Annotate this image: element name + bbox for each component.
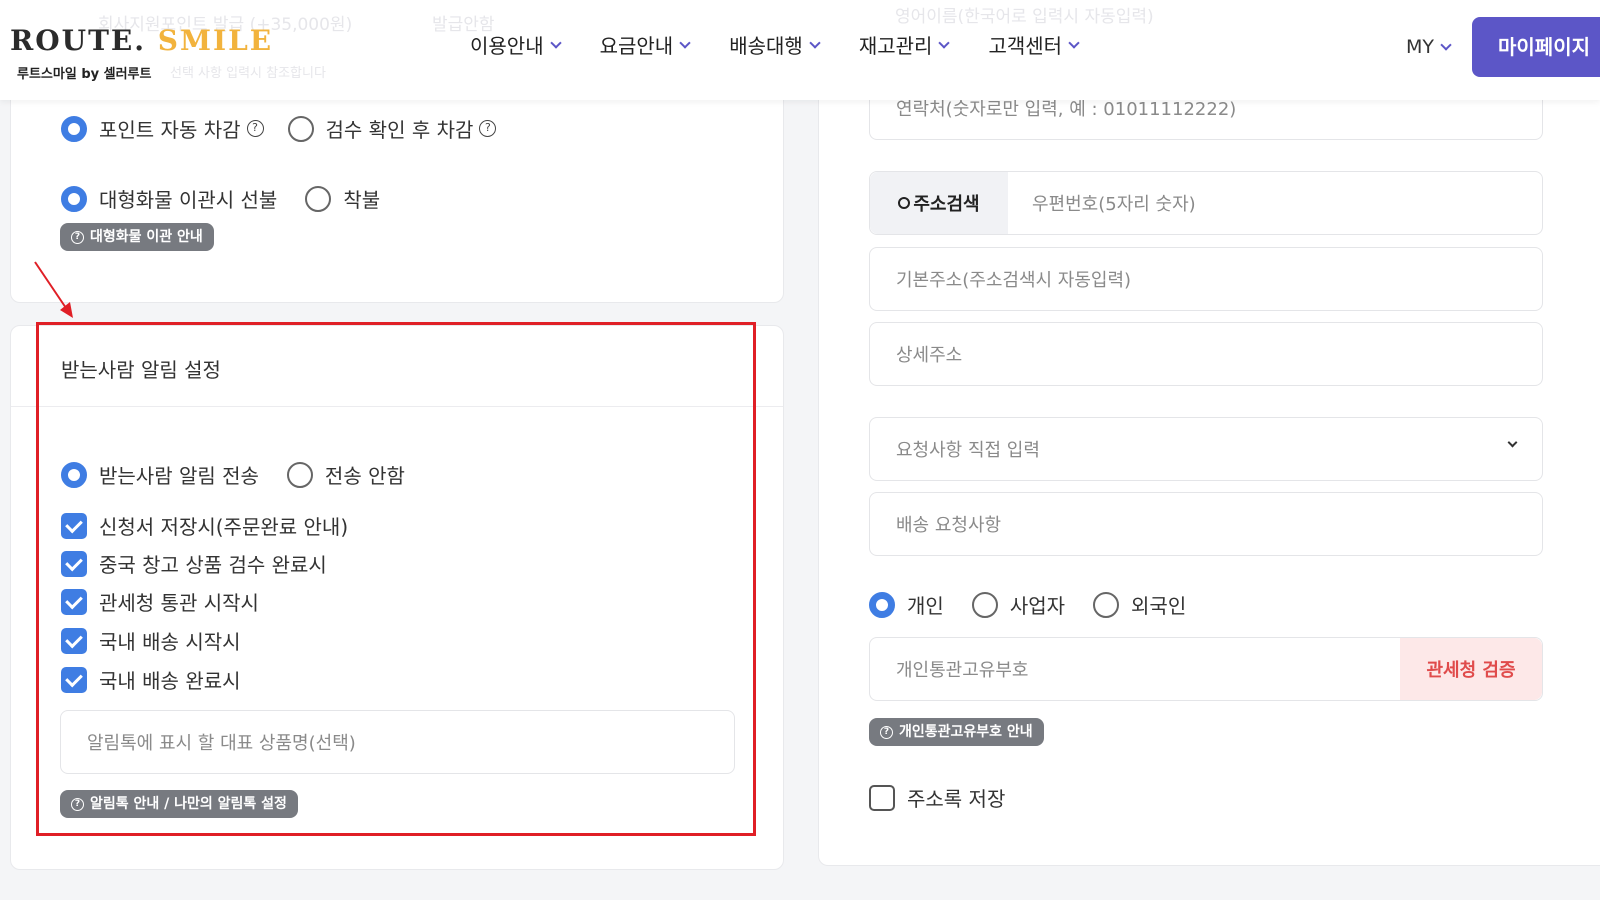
freight-cod-label: 착불: [343, 188, 381, 212]
nav-pricing[interactable]: 요금안내: [599, 30, 691, 59]
help-icon[interactable]: ?: [479, 120, 497, 137]
nav-shipping[interactable]: 배송대행: [729, 30, 821, 59]
request-select-value: 요청사항 직접 입력: [896, 440, 1040, 461]
chevron-down-icon: [809, 36, 821, 49]
logo-route: ROUTE.: [10, 24, 147, 57]
logo-subtitle: 루트스마일 by 셀러루트: [17, 67, 152, 82]
delivery-request-input[interactable]: 배송 요청사항: [869, 492, 1543, 556]
chevron-down-icon: [549, 36, 562, 49]
nav-label: 재고관리: [858, 34, 933, 58]
nav-usage-guide[interactable]: 이용안내: [470, 30, 562, 59]
address-search-button[interactable]: 주소검색: [870, 172, 1008, 234]
radio-point-after-inspection[interactable]: [287, 115, 314, 142]
radio-individual[interactable]: [869, 591, 895, 618]
customs-code-group: 개인통관고유부호 관세청 검증: [869, 637, 1543, 701]
point-auto-label: 포인트 자동 차감: [99, 118, 241, 142]
delivery-request-placeholder: 배송 요청사항: [896, 515, 1002, 536]
ghost-text: 선택 사항 입력시 참조합니다: [170, 66, 326, 81]
customs-verify-label: 관세청 검증: [1426, 660, 1516, 681]
chevron-down-icon: [1440, 39, 1452, 51]
logo[interactable]: ROUTE. SMILE: [10, 24, 273, 57]
detail-address-placeholder: 상세주소: [896, 345, 963, 366]
radio-business[interactable]: [971, 591, 998, 618]
nav-label: 고객센터: [988, 34, 1063, 58]
main-nav: 이용안내 요금안내 배송대행 재고관리 고객센터: [470, 30, 1118, 59]
save-address-checkbox[interactable]: [869, 784, 895, 811]
radio-foreigner[interactable]: [1093, 591, 1120, 618]
highlight-box: [36, 322, 756, 836]
nav-label: 이용안내: [470, 34, 544, 58]
zipcode-placeholder[interactable]: 우편번호(5자리 숫자): [1032, 190, 1196, 216]
my-menu[interactable]: MY: [1406, 36, 1452, 58]
help-icon: ?: [880, 725, 893, 739]
freight-info-label: 대형화물 이관 안내: [90, 229, 203, 245]
save-address-label: 주소록 저장: [907, 787, 1006, 811]
help-icon[interactable]: ?: [246, 120, 264, 137]
customs-info-label: 개인통관고유부호 안내: [899, 724, 1033, 740]
foreigner-label: 외국인: [1131, 594, 1187, 618]
radio-freight-cod[interactable]: [305, 185, 332, 212]
customs-code-placeholder[interactable]: 개인통관고유부호: [896, 656, 1028, 682]
base-address-input[interactable]: 기본주소(주소검색시 자동입력): [869, 247, 1543, 311]
nav-support[interactable]: 고객센터: [988, 30, 1080, 59]
mypage-button[interactable]: 마이페이지: [1472, 17, 1600, 77]
freight-prepaid-label: 대형화물 이관시 선불: [99, 188, 278, 212]
chevron-down-icon: [938, 36, 951, 49]
top-header: 회사지원포인트 발급 (+35,000원) 발급안함 선택 사항 입력시 참조합…: [0, 0, 1600, 100]
detail-address-input[interactable]: 상세주소: [869, 322, 1543, 386]
zipcode-group: 주소검색 우편번호(5자리 숫자): [869, 171, 1543, 235]
nav-label: 배송대행: [729, 34, 803, 58]
recipient-address-card: 연락처(숫자로만 입력, 예 : 01011112222) 주소검색 우편번호(…: [818, 60, 1600, 866]
logo-smile: SMILE: [157, 24, 274, 57]
point-options-row: 포인트 자동 차감 ? 검수 확인 후 차감 ?: [61, 114, 520, 143]
my-label: MY: [1406, 36, 1434, 58]
customs-info-pill[interactable]: ? 개인통관고유부호 안내: [869, 718, 1044, 746]
freight-options-row: 대형화물 이관시 선불 착불: [61, 184, 380, 213]
search-icon: [898, 197, 911, 209]
business-label: 사업자: [1009, 594, 1066, 618]
request-select[interactable]: 요청사항 직접 입력: [869, 417, 1543, 481]
nav-inventory[interactable]: 재고관리: [858, 30, 951, 59]
customer-type-row: 개인 사업자 외국인: [869, 590, 1186, 619]
nav-label: 요금안내: [599, 34, 674, 58]
chevron-down-icon: [1068, 36, 1080, 49]
base-address-placeholder: 기본주소(주소검색시 자동입력): [896, 270, 1132, 291]
chevron-down-icon: [1507, 437, 1518, 448]
ghost-text: 영어이름(한국어로 입력시 자동입력): [895, 7, 1154, 27]
save-address-row[interactable]: 주소록 저장: [869, 783, 1005, 812]
customs-verify-button[interactable]: 관세청 검증: [1400, 638, 1542, 700]
chevron-down-icon: [679, 36, 691, 49]
point-after-inspection-label: 검수 확인 후 차감: [325, 118, 474, 142]
address-search-label: 주소검색: [913, 194, 980, 215]
individual-label: 개인: [907, 594, 944, 618]
